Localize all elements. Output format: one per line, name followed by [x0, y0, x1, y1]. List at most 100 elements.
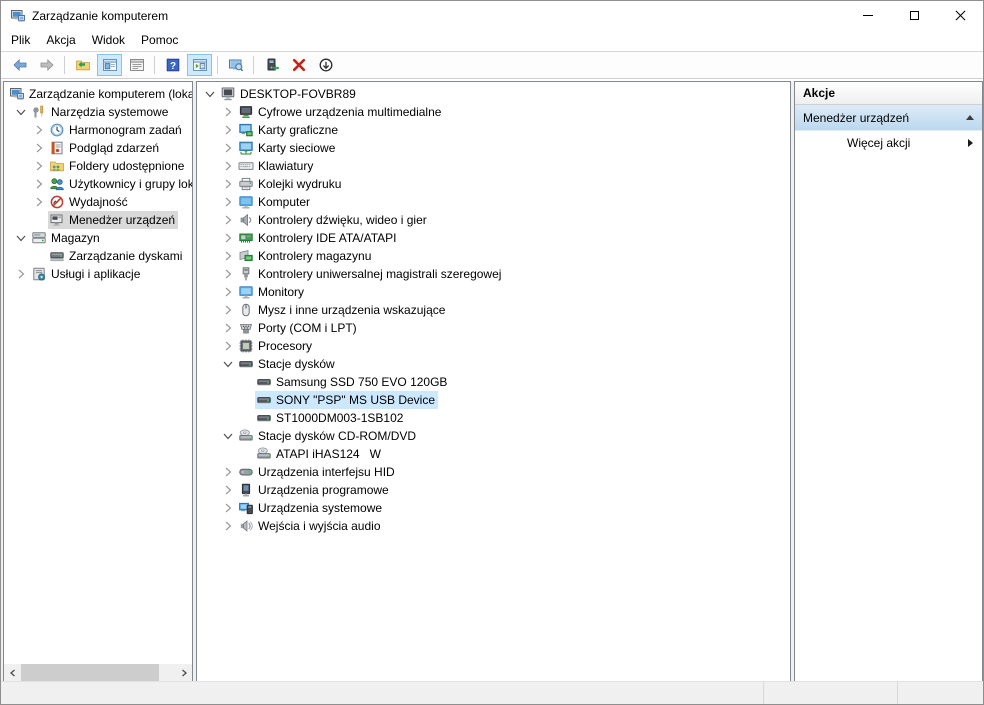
device-tree-item-procesory[interactable]: Procesory	[197, 337, 790, 355]
update-driver-button[interactable]	[259, 54, 284, 76]
chevron-collapsed-icon[interactable]	[219, 230, 237, 246]
chevron-collapsed-icon[interactable]	[30, 158, 48, 174]
device-tree-item-desktop-fovbr89[interactable]: DESKTOP-FOVBR89	[197, 85, 790, 103]
scan-hardware-changes-button[interactable]	[223, 54, 248, 76]
console-tree-item-label: Usługi i aplikacje	[51, 267, 141, 281]
chevron-collapsed-icon[interactable]	[30, 176, 48, 192]
close-button[interactable]	[937, 1, 983, 30]
forward-button[interactable]	[34, 54, 59, 76]
menu-plik[interactable]: Plik	[3, 31, 38, 50]
device-tree-item-klawiatury[interactable]: Klawiatury	[197, 157, 790, 175]
device-tree-item-stacje-dysków[interactable]: Stacje dysków	[197, 355, 790, 373]
console-tree-item-podgląd-zdarzeń[interactable]: Podgląd zdarzeń	[4, 139, 192, 157]
device-tree-item-karty-sieciowe[interactable]: Karty sieciowe	[197, 139, 790, 157]
back-button[interactable]	[7, 54, 32, 76]
export-list-button[interactable]	[124, 54, 149, 76]
chevron-collapsed-icon[interactable]	[219, 158, 237, 174]
monitor-icon	[238, 284, 254, 300]
scroll-left-button[interactable]	[4, 664, 21, 681]
tree-item-content: Kolejki wydruku	[237, 175, 344, 193]
chevron-expanded-icon[interactable]	[219, 428, 237, 444]
uninstall-device-button[interactable]	[286, 54, 311, 76]
console-tree-item-zarządzanie-komputerem-loka[interactable]: Zarządzanie komputerem (loka	[4, 85, 192, 103]
collapse-section-icon[interactable]	[966, 115, 974, 120]
chevron-collapsed-icon[interactable]	[219, 518, 237, 534]
disable-device-button[interactable]	[313, 54, 338, 76]
chevron-collapsed-icon[interactable]	[219, 464, 237, 480]
device-tree-item-urządzenia-systemowe[interactable]: Urządzenia systemowe	[197, 499, 790, 517]
device-tree-item-karty-graficzne[interactable]: Karty graficzne	[197, 121, 790, 139]
chevron-expanded-icon[interactable]	[12, 230, 30, 246]
chevron-collapsed-icon[interactable]	[30, 122, 48, 138]
chevron-collapsed-icon[interactable]	[219, 194, 237, 210]
up-one-level-button[interactable]	[70, 54, 95, 76]
chevron-expanded-icon[interactable]	[12, 104, 30, 120]
horizontal-scrollbar[interactable]	[4, 664, 192, 681]
console-tree-item-narzędzia-systemowe[interactable]: Narzędzia systemowe	[4, 103, 192, 121]
minimize-button[interactable]	[845, 1, 891, 30]
maximize-button[interactable]	[891, 1, 937, 30]
chevron-collapsed-icon[interactable]	[30, 140, 48, 156]
console-tree-item-usługi-i-aplikacje[interactable]: Usługi i aplikacje	[4, 265, 192, 283]
menu-pomoc[interactable]: Pomoc	[133, 31, 186, 50]
device-tree-item-atapi-ihas124-w[interactable]: ATAPI iHAS124 W	[197, 445, 790, 463]
chevron-collapsed-icon[interactable]	[12, 266, 30, 282]
actions-section-device-manager[interactable]: Menedżer urządzeń	[795, 105, 982, 131]
device-tree-item-label: Kolejki wydruku	[258, 177, 342, 191]
device-tree-item-sony-psp-ms-usb-device[interactable]: SONY "PSP" MS USB Device	[197, 391, 790, 409]
console-tree-item-wydajność[interactable]: Wydajność	[4, 193, 192, 211]
device-tree-item-stacje-dysków-cd-rom-dvd[interactable]: Stacje dysków CD-ROM/DVD	[197, 427, 790, 445]
chevron-expanded-icon[interactable]	[201, 86, 219, 102]
device-tree-item-porty-com-i-lpt[interactable]: Porty (COM i LPT)	[197, 319, 790, 337]
console-tree-item-magazyn[interactable]: Magazyn	[4, 229, 192, 247]
device-tree-item-cyfrowe-urządzenia-multimedialne[interactable]: Cyfrowe urządzenia multimedialne	[197, 103, 790, 121]
device-tree-item-monitory[interactable]: Monitory	[197, 283, 790, 301]
device-tree-item-wejścia-i-wyjścia-audio[interactable]: Wejścia i wyjścia audio	[197, 517, 790, 535]
chevron-collapsed-icon[interactable]	[219, 122, 237, 138]
chevron-collapsed-icon[interactable]	[219, 248, 237, 264]
menu-widok[interactable]: Widok	[84, 31, 133, 50]
device-tree-item-kontrolery-magazynu[interactable]: Kontrolery magazynu	[197, 247, 790, 265]
chevron-collapsed-icon[interactable]	[219, 338, 237, 354]
more-actions-item[interactable]: Więcej akcji	[795, 131, 982, 155]
device-tree-item-kontrolery-ide-ata-atapi[interactable]: Kontrolery IDE ATA/ATAPI	[197, 229, 790, 247]
chevron-expanded-icon[interactable]	[219, 356, 237, 372]
chevron-collapsed-icon[interactable]	[219, 140, 237, 156]
console-tree-item-label: Użytkownicy i grupy lok	[69, 177, 192, 191]
chevron-collapsed-icon[interactable]	[219, 176, 237, 192]
console-tree-item-zarządzanie-dyskami[interactable]: Zarządzanie dyskami	[4, 247, 192, 265]
device-tree-item-st1000dm003-1sb102[interactable]: ST1000DM003-1SB102	[197, 409, 790, 427]
scroll-right-button[interactable]	[175, 664, 192, 681]
chevron-collapsed-icon[interactable]	[219, 266, 237, 282]
menu-akcja[interactable]: Akcja	[38, 31, 83, 50]
device-tree-item-samsung-ssd-750-evo-120gb[interactable]: Samsung SSD 750 EVO 120GB	[197, 373, 790, 391]
scrollbar-thumb[interactable]	[21, 664, 159, 681]
chevron-collapsed-icon[interactable]	[219, 212, 237, 228]
chevron-collapsed-icon[interactable]	[219, 320, 237, 336]
device-tree-item-mysz-i-inne-urządzenia-wskazujące[interactable]: Mysz i inne urządzenia wskazujące	[197, 301, 790, 319]
device-tree-item-kolejki-wydruku[interactable]: Kolejki wydruku	[197, 175, 790, 193]
device-tree-item-kontrolery-uniwersalnej-magistrali-szerego[interactable]: Kontrolery uniwersalnej magistrali szere…	[197, 265, 790, 283]
console-tree-item-harmonogram-zadań[interactable]: Harmonogram zadań	[4, 121, 192, 139]
device-tree-item-kontrolery-dźwięku-wideo-i-gier[interactable]: Kontrolery dźwięku, wideo i gier	[197, 211, 790, 229]
chevron-collapsed-icon[interactable]	[30, 194, 48, 210]
tree-item-content: Foldery udostępnione	[48, 157, 187, 175]
tree-item-content: Kontrolery magazynu	[237, 247, 374, 265]
console-tree-item-użytkownicy-i-grupy-lok[interactable]: Użytkownicy i grupy lok	[4, 175, 192, 193]
tree-item-content: Kontrolery uniwersalnej magistrali szere…	[237, 265, 504, 283]
main-area: Zarządzanie komputerem (loka Narzędzia sy…	[1, 81, 983, 684]
device-tree-item-urządzenia-interfejsu-hid[interactable]: Urządzenia interfejsu HID	[197, 463, 790, 481]
show-console-tree-button[interactable]	[97, 54, 122, 76]
chevron-collapsed-icon[interactable]	[219, 482, 237, 498]
console-tree-item-label: Harmonogram zadań	[69, 123, 182, 137]
show-action-pane-button[interactable]	[187, 54, 212, 76]
console-tree-item-menedżer-urządzeń[interactable]: Menedżer urządzeń	[4, 211, 192, 229]
chevron-collapsed-icon[interactable]	[219, 104, 237, 120]
device-tree-item-urządzenia-programowe[interactable]: Urządzenia programowe	[197, 481, 790, 499]
console-tree-item-foldery-udostępnione[interactable]: Foldery udostępnione	[4, 157, 192, 175]
chevron-collapsed-icon[interactable]	[219, 284, 237, 300]
device-tree-item-komputer[interactable]: Komputer	[197, 193, 790, 211]
chevron-collapsed-icon[interactable]	[219, 500, 237, 516]
help-button[interactable]: ?	[160, 54, 185, 76]
chevron-collapsed-icon[interactable]	[219, 302, 237, 318]
